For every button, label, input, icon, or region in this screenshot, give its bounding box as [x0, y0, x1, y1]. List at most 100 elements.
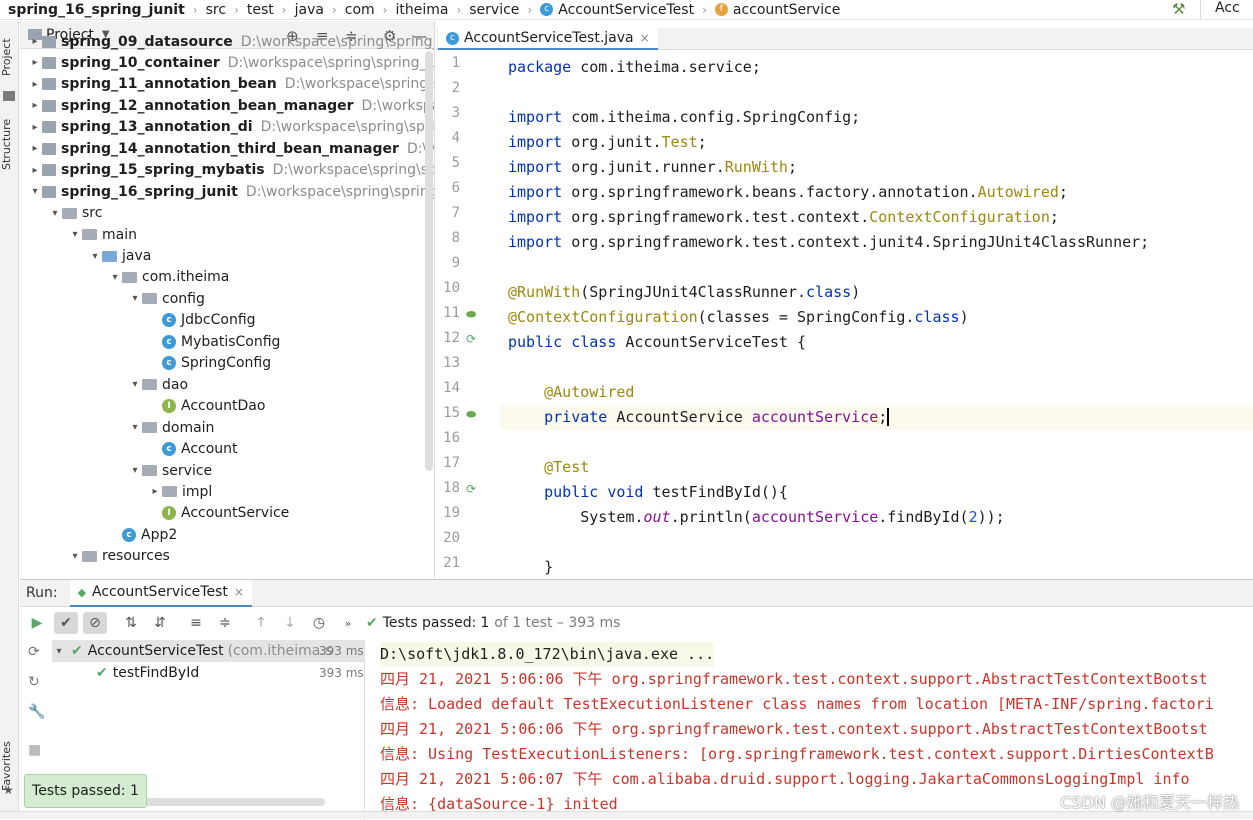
chevron-right-icon[interactable]: ▸ — [28, 57, 42, 68]
project-tree-item[interactable]: c MybatisConfig — [148, 331, 280, 352]
project-tree-item[interactable]: ▸ spring_14_annotation_third_bean_manager… — [28, 138, 434, 159]
project-tree-item[interactable]: ▾ service — [128, 460, 212, 481]
project-tree-path: D:\workspace\spring\spring_10_co — [227, 54, 435, 71]
breadcrumb-module[interactable]: spring_16_spring_junit › — [0, 2, 198, 18]
breadcrumb-com[interactable]: com › — [337, 2, 388, 18]
chevron-right-icon[interactable]: ▸ — [28, 100, 42, 111]
editor-tab-label: AccountServiceTest.java — [464, 30, 634, 46]
project-tool-tab[interactable]: Project — [0, 27, 19, 87]
breadcrumb-test[interactable]: test › — [239, 2, 287, 18]
project-tree-item[interactable]: ▸ spring_09_datasource D:\workspace\spring… — [28, 31, 434, 52]
line-number: 16 — [443, 430, 460, 446]
structure-tool-label: Structure — [0, 118, 13, 170]
breadcrumb-label: java — [294, 1, 324, 18]
chevron-down-icon[interactable]: ▾ — [48, 208, 62, 219]
run-test-icon[interactable]: ⟳ — [466, 332, 476, 346]
breadcrumb-java[interactable]: java › — [287, 2, 337, 18]
run-test-icon[interactable]: ⟳ — [466, 482, 476, 496]
project-tree-item[interactable]: c SpringConfig — [148, 353, 271, 374]
tests-summary: of 1 test – 393 ms — [494, 615, 621, 631]
project-tree-item[interactable]: ▸ spring_11_annotation_bean D:\workspace\s… — [28, 74, 434, 95]
project-tree-item[interactable]: ▸ spring_12_annotation_bean_manager D:\wor… — [28, 95, 434, 116]
project-tree-item[interactable]: ▾ main — [68, 224, 137, 245]
project-tree-item[interactable]: c App2 — [108, 524, 177, 545]
project-tree-item[interactable]: ▾ src — [48, 203, 102, 224]
chevron-down-icon[interactable]: ▾ — [128, 422, 142, 433]
show-passed-icon[interactable]: ✔ — [54, 612, 78, 634]
project-tree-item[interactable]: ▸ spring_15_spring_mybatis D:\workspace\sp… — [28, 160, 434, 181]
chevron-right-icon[interactable]: ▸ — [28, 165, 42, 176]
project-scrollbar[interactable] — [425, 51, 433, 471]
project-tree-item[interactable]: ▸ impl — [148, 481, 212, 502]
chevron-down-icon[interactable]: ▾ — [68, 551, 82, 562]
project-tree-item[interactable]: ▸ spring_10_container D:\workspace\spring\… — [28, 52, 435, 73]
editor-tab-accountservicetest[interactable]: c AccountServiceTest.java × — [438, 28, 658, 50]
breadcrumb-itheima[interactable]: itheima › — [387, 2, 461, 18]
chevron-down-icon[interactable]: ▾ — [128, 379, 142, 390]
project-tree-item[interactable]: ▾ domain — [128, 417, 214, 438]
chevron-right-icon[interactable]: ▸ — [148, 486, 162, 497]
project-tree-item[interactable]: ▾ config — [128, 288, 204, 309]
project-tree-label: spring_12_annotation_bean_manager — [61, 97, 354, 114]
spring-bean-icon[interactable]: ⬬ — [466, 407, 476, 422]
project-tree-item[interactable]: ▾ resources — [68, 546, 169, 567]
chevron-right-icon[interactable]: ▸ — [28, 143, 42, 154]
chevron-down-icon[interactable]: ▾ — [128, 465, 142, 476]
project-tree-item[interactable]: ▾ java — [88, 246, 151, 267]
project-tree-item[interactable]: c Account — [148, 439, 238, 460]
watermark: CSDN @她和夏天一样热 — [1060, 793, 1239, 812]
tests-passed-toast[interactable]: Tests passed: 1 — [24, 774, 147, 808]
project-tree-item[interactable]: ▾ spring_16_spring_junit D:\workspace\spri… — [28, 181, 434, 202]
chevron-down-icon[interactable]: ▾ — [28, 186, 42, 197]
project-tree-item[interactable]: ▾ dao — [128, 374, 188, 395]
sort-duration-icon[interactable]: ⇵ — [148, 612, 172, 634]
next-failed-icon[interactable]: ↓ — [278, 612, 302, 634]
collapse-all-icon[interactable]: ≑ — [213, 612, 237, 634]
show-ignored-icon[interactable]: ⊘ — [83, 612, 107, 634]
tests-passed-count: 1 — [480, 615, 490, 631]
module-icon — [42, 99, 56, 112]
rerun-icon[interactable]: ▶ — [25, 612, 49, 634]
breadcrumb-field[interactable]: f accountService — [707, 2, 840, 18]
chevron-right-icon[interactable]: ▸ — [28, 79, 42, 90]
stop-icon[interactable]: ■ — [28, 742, 41, 758]
folder-icon — [142, 293, 157, 305]
interface-icon: I — [162, 399, 176, 414]
build-hammer-icon[interactable]: ⚒ — [1172, 0, 1185, 18]
history-icon[interactable]: ◷ — [307, 612, 331, 634]
line-number: 3 — [451, 105, 460, 121]
breadcrumb-service[interactable]: service › — [461, 2, 532, 18]
expand-all-icon[interactable]: ≡ — [184, 612, 208, 634]
chevron-down-icon[interactable]: ▾ — [128, 293, 142, 304]
module-icon — [42, 56, 56, 69]
sort-alpha-icon[interactable]: ⇅ — [119, 612, 143, 634]
chevron-down-icon[interactable]: ▾ — [108, 272, 122, 283]
chevron-right-icon[interactable]: ▸ — [28, 36, 42, 47]
chevron-right-icon[interactable]: ▸ — [28, 122, 42, 133]
project-tree-item[interactable]: I AccountService — [148, 503, 289, 524]
rerun-failed-icon[interactable]: ⟳ — [28, 644, 40, 660]
chevron-down-icon[interactable]: ▾ — [68, 229, 82, 240]
project-tree-item[interactable]: I AccountDao — [148, 396, 265, 417]
structure-tool-tab[interactable]: Structure — [0, 109, 19, 179]
close-icon[interactable]: × — [234, 585, 244, 599]
run-config-tab[interactable]: ◆ AccountServiceTest × — [69, 579, 252, 607]
code-line: @Test — [544, 458, 590, 476]
project-tree-item[interactable]: ▾ com.itheima — [108, 267, 229, 288]
run-config-selector[interactable]: Acc — [1200, 0, 1240, 19]
more-icon[interactable]: » — [336, 612, 360, 634]
project-tree-item[interactable]: c JdbcConfig — [148, 310, 256, 331]
close-icon[interactable]: × — [640, 31, 650, 45]
previous-failed-icon[interactable]: ↑ — [249, 612, 273, 634]
chevron-down-icon[interactable]: ▾ — [88, 251, 102, 262]
spring-bean-icon[interactable]: ⬬ — [466, 307, 476, 322]
project-tree-label: spring_14_annotation_third_bean_manager — [61, 140, 399, 157]
breadcrumb-class[interactable]: c AccountServiceTest › — [532, 2, 707, 18]
project-tree-label: dao — [162, 376, 189, 393]
test-case-row[interactable]: ✔ testFindById — [96, 662, 199, 684]
breadcrumb-src[interactable]: src › — [198, 2, 239, 18]
wrench-icon[interactable]: 🔧 — [28, 704, 45, 720]
class-icon: c — [446, 31, 459, 45]
toggle-auto-test-icon[interactable]: ↻ — [28, 674, 40, 690]
project-tree-item[interactable]: ▸ spring_13_annotation_di D:\workspace\spr… — [28, 117, 434, 138]
